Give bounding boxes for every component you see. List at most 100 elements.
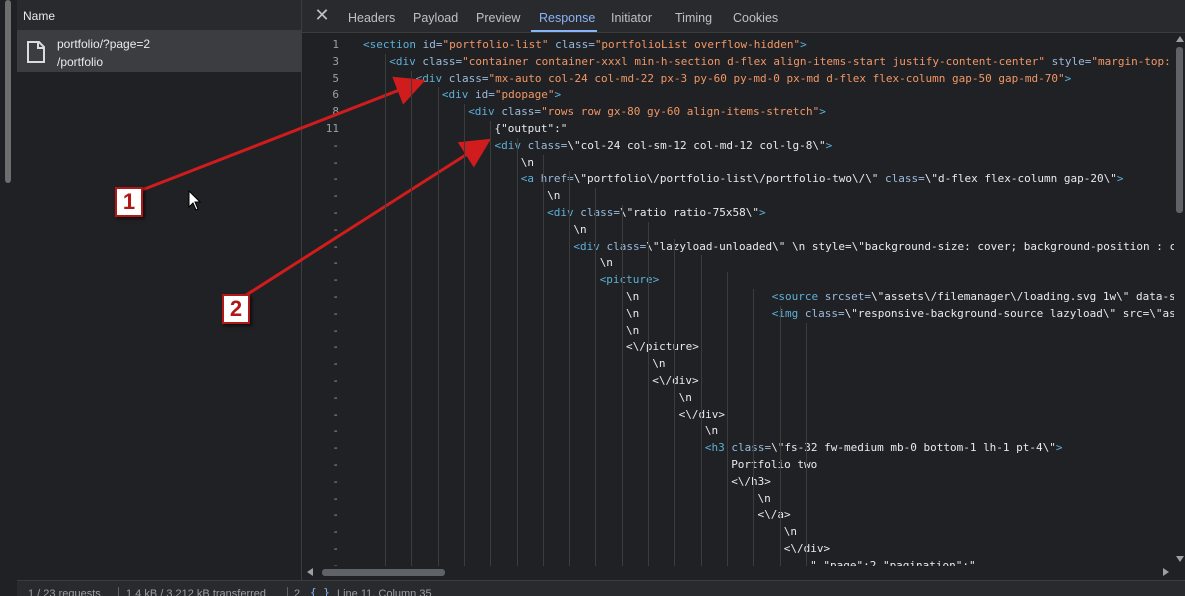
- outer-scrollbar-thumb[interactable]: [5, 0, 11, 183]
- code-text: \n: [600, 255, 613, 271]
- code-line: - <\/h3>: [302, 474, 1174, 490]
- line-number: -: [332, 458, 339, 471]
- network-request-list: Name portfolio/?page=2 /portfolio: [17, 0, 302, 580]
- code-text: Portfolio two: [731, 457, 817, 473]
- outer-scrollbar[interactable]: [0, 0, 17, 595]
- line-number: -: [332, 340, 339, 354]
- code-line: - \n: [302, 356, 1174, 372]
- tab-headers[interactable]: Headers: [348, 11, 395, 25]
- code-token: srcset=: [824, 290, 872, 303]
- scroll-right-arrow-icon[interactable]: [1163, 568, 1169, 576]
- line-number: -: [332, 206, 339, 219]
- indent-guide: [674, 238, 676, 566]
- vertical-scrollbar[interactable]: [1174, 33, 1185, 566]
- name-column-label: Name: [23, 9, 56, 23]
- tab-initiator[interactable]: Initiator: [611, 11, 652, 25]
- code-token: "container container-xxxl min-h-section …: [462, 54, 1045, 68]
- request-row[interactable]: portfolio/?page=2 /portfolio: [17, 31, 301, 72]
- document-icon: [27, 41, 45, 63]
- line-number: -: [332, 407, 339, 421]
- scroll-down-arrow-icon[interactable]: [1176, 556, 1184, 562]
- code-token: class=: [548, 38, 595, 51]
- active-tab-indicator: [531, 30, 597, 32]
- line-number: 3: [332, 54, 339, 68]
- code-text: <div class="container container-xxxl min…: [389, 54, 1174, 70]
- horizontal-scrollbar-thumb[interactable]: [322, 569, 445, 576]
- code-line: - \n: [302, 323, 1174, 339]
- code-line: - Portfolio two: [302, 457, 1174, 473]
- name-column-header[interactable]: Name: [17, 0, 301, 31]
- annotation-badge-2: 2: [222, 294, 250, 324]
- code-text: <picture>: [600, 272, 660, 288]
- line-number: -: [332, 256, 339, 270]
- tab-response[interactable]: Response: [539, 11, 595, 25]
- code-token: "margin-top:: [1091, 54, 1174, 68]
- close-icon[interactable]: ✕: [312, 6, 332, 26]
- scroll-left-arrow-icon[interactable]: [307, 568, 313, 576]
- line-number: -: [332, 290, 339, 303]
- indent-guide: [726, 272, 728, 566]
- code-token: Portfolio two: [731, 458, 818, 471]
- code-token: \"fs-32 fw-medium mb-0 bottom-1 lh-1 pt-…: [771, 441, 1056, 455]
- line-number: -: [332, 374, 339, 387]
- code-line: - \n <img class=\"responsive-background-s…: [302, 306, 1174, 322]
- line-number: -: [332, 542, 339, 555]
- code-text: <h3 class=\"fs-32 fw-medium mb-0 bottom-…: [705, 440, 1063, 456]
- code-text: ","page":2,"pagination":": [810, 558, 976, 566]
- code-line: - <\/div>: [302, 373, 1174, 389]
- code-line: - \n: [302, 255, 1174, 271]
- code-text: \n: [547, 188, 560, 204]
- code-line: - <\/a>: [302, 507, 1174, 523]
- horizontal-scrollbar[interactable]: [302, 566, 1174, 579]
- code-token: \n: [757, 491, 771, 505]
- vertical-scrollbar-thumb[interactable]: [1176, 47, 1183, 213]
- code-token: class=: [501, 105, 542, 119]
- tab-timing[interactable]: Timing: [675, 11, 712, 25]
- line-number: -: [332, 273, 339, 287]
- line-number: -: [332, 441, 339, 455]
- line-number: 11: [325, 122, 339, 135]
- code-text: <\/div>: [784, 541, 830, 557]
- indent-guide: [490, 121, 492, 566]
- code-text: {"output":": [495, 121, 568, 137]
- code-token: \n: [626, 323, 640, 337]
- line-number: 5: [332, 71, 339, 85]
- tab-payload[interactable]: Payload: [413, 11, 458, 25]
- indent-guide: [700, 255, 702, 566]
- indent-guide: [648, 221, 649, 566]
- code-text: <\/div>: [679, 407, 725, 423]
- tab-cookies[interactable]: Cookies: [733, 11, 778, 25]
- code-token: <\/div>: [783, 542, 831, 555]
- code-text: <section id="portfolio-list" class="port…: [363, 37, 807, 53]
- line-number: 8: [332, 105, 339, 119]
- code-line: - \n: [302, 524, 1174, 540]
- indent-guide: [385, 53, 386, 566]
- code-line: - <\/picture>: [302, 339, 1174, 355]
- code-token: >: [819, 105, 826, 119]
- response-code-view[interactable]: 1 <section id="portfolio-list" class="por…: [302, 33, 1174, 566]
- code-token: >: [1064, 71, 1072, 85]
- code-token: >: [825, 138, 833, 152]
- code-token: "portfolio-list": [442, 38, 549, 51]
- line-number: -: [332, 189, 339, 203]
- scroll-up-arrow-icon[interactable]: [1176, 36, 1184, 42]
- line-number: -: [332, 222, 339, 236]
- code-token: <img: [771, 306, 805, 320]
- indent-guide: [542, 154, 544, 566]
- indent-guide: [411, 70, 413, 566]
- code-token: "pdopage": [494, 88, 555, 102]
- code-token: \n: [783, 525, 798, 539]
- code-token: "mx-auto col-24 col-md-22 px-3 py-60 py-…: [488, 71, 1065, 85]
- tab-preview[interactable]: Preview: [476, 11, 520, 25]
- line-number: -: [332, 239, 339, 253]
- line-number: -: [332, 474, 339, 488]
- code-line: - \n: [302, 155, 1174, 171]
- code-token: \"ratio ratio-75x58\": [619, 206, 760, 219]
- line-number: -: [332, 525, 339, 539]
- line-number: -: [332, 390, 339, 404]
- code-line: - \n: [302, 222, 1174, 238]
- code-token: \n: [547, 189, 561, 203]
- code-token: \n: [599, 256, 613, 270]
- code-line: - \n: [302, 188, 1174, 204]
- request-name: portfolio/?page=2: [57, 37, 151, 51]
